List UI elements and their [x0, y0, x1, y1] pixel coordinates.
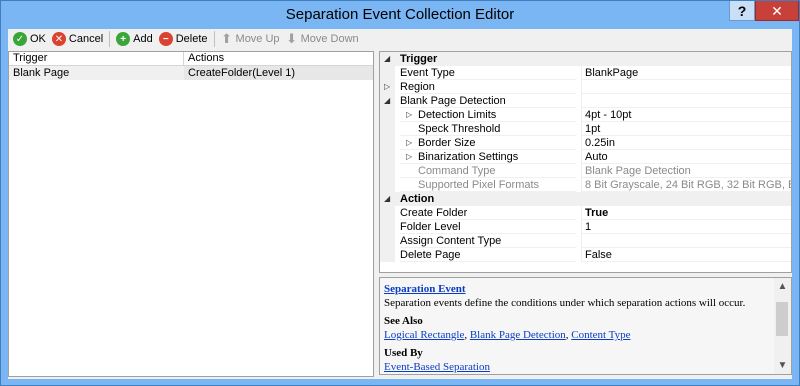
property-value[interactable]: False [581, 248, 791, 262]
delete-label: Delete [175, 33, 208, 45]
property-row-border-size[interactable]: ▷ Border Size 0.25in [380, 136, 791, 150]
property-value[interactable] [581, 94, 791, 108]
property-row-command-type[interactable]: Command Type Blank Page Detection [380, 164, 791, 178]
property-name: Border Size [400, 136, 576, 150]
ok-label: OK [30, 33, 46, 45]
used-by-heading: Used By [384, 347, 423, 359]
property-name: Supported Pixel Formats [400, 178, 576, 192]
link-logical-rectangle[interactable]: Logical Rectangle [384, 329, 464, 341]
property-name: Delete Page [400, 248, 576, 262]
cell-trigger[interactable]: Blank Page [9, 66, 184, 80]
link-content-type[interactable]: Content Type [571, 329, 630, 341]
property-value[interactable]: True [581, 206, 791, 220]
scroll-thumb[interactable] [776, 302, 788, 336]
arrow-up-icon: ⬆ [221, 31, 232, 46]
plus-icon: + [116, 32, 131, 46]
property-row-detection-limits[interactable]: ▷ Detection Limits 4pt - 10pt [380, 108, 791, 122]
arrow-down-icon: ⬇ [286, 31, 298, 46]
property-panel: ◢ Trigger Event Type BlankPage ▷ Region … [379, 51, 792, 377]
table-row[interactable]: Blank Page CreateFolder(Level 1) [9, 66, 373, 80]
property-name: Speck Threshold [400, 122, 576, 136]
property-name: Command Type [400, 164, 576, 178]
category-label: Action [400, 193, 435, 205]
property-name: Binarization Settings [400, 150, 576, 164]
event-list[interactable]: Trigger Actions Blank Page CreateFolder(… [8, 51, 374, 377]
property-value: 8 Bit Grayscale, 24 Bit RGB, 32 Bit RGB,… [581, 178, 791, 192]
help-scrollbar[interactable]: ▲ ▼ [774, 278, 791, 374]
cell-actions[interactable]: CreateFolder(Level 1) [184, 66, 373, 80]
link-blank-page-detection[interactable]: Blank Page Detection [470, 329, 566, 341]
property-name: Blank Page Detection [400, 94, 576, 108]
ok-button[interactable]: ✓ OK [10, 30, 49, 48]
cancel-button[interactable]: ✕ Cancel [49, 30, 106, 48]
property-grid[interactable]: ◢ Trigger Event Type BlankPage ▷ Region … [379, 51, 792, 273]
close-button[interactable]: ✕ [755, 1, 799, 21]
expanded-icon[interactable]: ◢ [384, 94, 390, 108]
property-value[interactable]: 0.25in [581, 136, 791, 150]
property-row-blank-page-detection[interactable]: ◢ Blank Page Detection [380, 94, 791, 108]
add-label: Add [133, 33, 153, 45]
property-value: Blank Page Detection [581, 164, 791, 178]
property-row-assign-content-type[interactable]: Assign Content Type [380, 234, 791, 248]
column-header-actions[interactable]: Actions [184, 52, 373, 65]
property-row-supported-pixel-formats[interactable]: Supported Pixel Formats 8 Bit Grayscale,… [380, 178, 791, 192]
property-row-speck-threshold[interactable]: Speck Threshold 1pt [380, 122, 791, 136]
see-also-heading: See Also [384, 315, 423, 327]
window-title: Separation Event Collection Editor [285, 6, 515, 23]
toolbar: ✓ OK ✕ Cancel + Add − Delete ⬆ Move Up ⬇… [8, 29, 792, 49]
toolbar-separator [213, 31, 215, 47]
client-area: ✓ OK ✕ Cancel + Add − Delete ⬆ Move Up ⬇… [8, 29, 792, 379]
editor-window: Separation Event Collection Editor ? ✕ ✓… [0, 0, 800, 386]
property-name: Region [400, 80, 576, 94]
category-trigger[interactable]: ◢ Trigger [380, 52, 791, 66]
collapsed-icon[interactable]: ▷ [384, 80, 390, 94]
property-value[interactable] [581, 80, 791, 94]
scroll-down-icon[interactable]: ▼ [774, 357, 791, 374]
property-name: Create Folder [400, 206, 576, 220]
scroll-up-icon[interactable]: ▲ [774, 278, 791, 295]
delete-button[interactable]: − Delete [156, 30, 211, 48]
property-row-delete-page[interactable]: Delete Page False [380, 248, 791, 262]
property-name: Detection Limits [400, 108, 576, 122]
property-value[interactable]: 1pt [581, 122, 791, 136]
column-header-trigger[interactable]: Trigger [9, 52, 184, 65]
help-panel: Separation Event Separation events defin… [379, 277, 792, 375]
property-row-create-folder[interactable]: Create Folder True [380, 206, 791, 220]
cancel-icon: ✕ [51, 32, 66, 46]
expanded-icon[interactable]: ◢ [384, 52, 390, 66]
property-row-region[interactable]: ▷ Region [380, 80, 791, 94]
move-up-label: Move Up [235, 33, 280, 45]
property-value[interactable]: 1 [581, 220, 791, 234]
add-button[interactable]: + Add [113, 30, 156, 48]
property-row-folder-level[interactable]: Folder Level 1 [380, 220, 791, 234]
checkmark-icon: ✓ [13, 32, 27, 46]
help-title-link[interactable]: Separation Event [384, 283, 466, 295]
property-row-event-type[interactable]: Event Type BlankPage [380, 66, 791, 80]
minus-icon: − [158, 32, 173, 46]
property-name: Event Type [400, 66, 576, 80]
category-action[interactable]: ◢ Action [380, 192, 791, 206]
property-value[interactable]: Auto [581, 150, 791, 164]
cancel-label: Cancel [68, 33, 104, 45]
title-bar[interactable]: Separation Event Collection Editor ? ✕ [1, 1, 799, 29]
see-also-links: Logical Rectangle, Blank Page Detection,… [384, 329, 631, 341]
category-label: Trigger [400, 53, 438, 65]
property-row-binarization-settings[interactable]: ▷ Binarization Settings Auto [380, 150, 791, 164]
expanded-icon[interactable]: ◢ [384, 192, 390, 206]
property-value[interactable] [581, 234, 791, 248]
help-button[interactable]: ? [729, 1, 755, 21]
help-description: Separation events define the conditions … [384, 297, 746, 309]
property-value[interactable]: 4pt - 10pt [581, 108, 791, 122]
property-name: Folder Level [400, 220, 576, 234]
link-event-based-separation[interactable]: Event-Based Separation [384, 361, 490, 373]
toolbar-separator [109, 31, 111, 47]
move-down-button[interactable]: ⬇ Move Down [283, 30, 362, 48]
move-down-label: Move Down [300, 33, 359, 45]
move-up-button[interactable]: ⬆ Move Up [218, 30, 283, 48]
property-name: Assign Content Type [400, 234, 576, 248]
grid-header: Trigger Actions [9, 52, 373, 66]
property-value[interactable]: BlankPage [581, 66, 791, 80]
